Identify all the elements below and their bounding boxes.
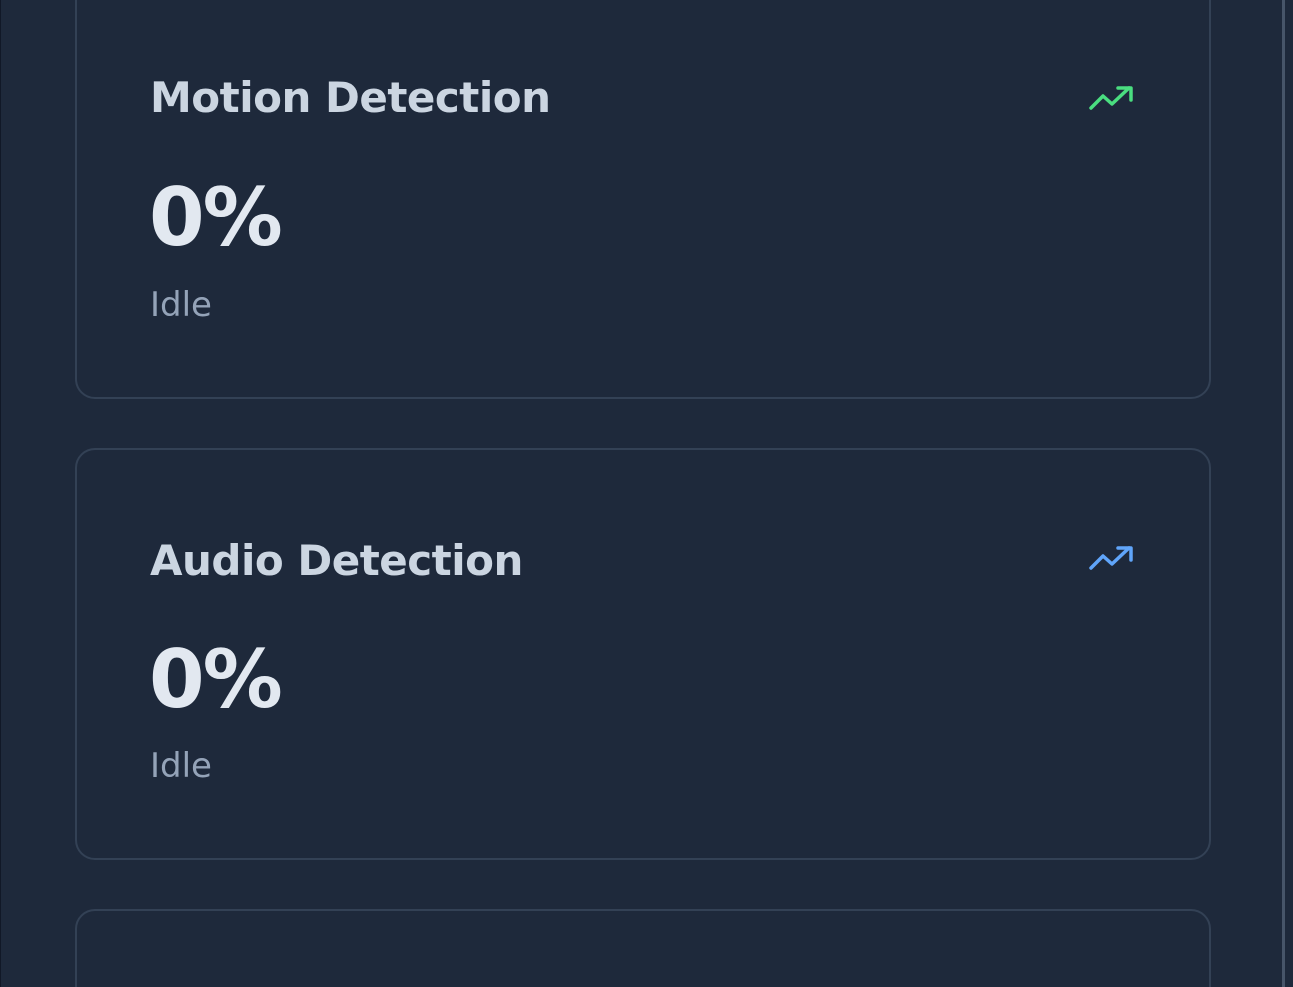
detection-dashboard: Motion Detection 0% Idle Audio Detection… — [0, 0, 1293, 987]
card-title: Audio Detection — [150, 536, 523, 585]
motion-detection-card: Motion Detection 0% Idle — [75, 0, 1211, 399]
audio-detection-card: Audio Detection 0% Idle — [75, 448, 1211, 860]
status-label: Idle — [150, 746, 212, 786]
card-title: Motion Detection — [150, 73, 551, 122]
detection-card-partial — [75, 909, 1211, 987]
trending-up-icon — [1089, 86, 1133, 110]
status-label: Idle — [150, 285, 212, 325]
metric-value: 0% — [149, 633, 283, 726]
metric-value: 0% — [149, 171, 283, 264]
scrollbar[interactable] — [1282, 0, 1285, 987]
trending-up-icon — [1089, 546, 1133, 570]
right-edge — [1285, 0, 1293, 987]
